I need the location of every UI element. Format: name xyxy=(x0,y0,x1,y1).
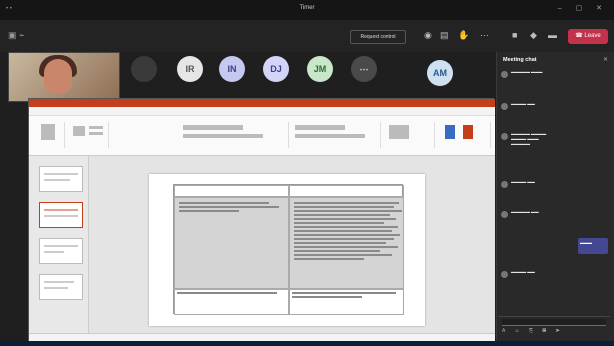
avatar xyxy=(501,103,508,110)
meeting-toolbar: ▣ ⌁ Request control ◉ ▤ ✋ ⋯ ■ ◆ ▬ ☎ Leav… xyxy=(0,20,614,52)
ppt-titlebar xyxy=(29,99,495,107)
chat-icon[interactable]: ▤ xyxy=(440,30,449,41)
table-header-cell[interactable] xyxy=(289,185,404,197)
avatar: IR xyxy=(177,56,203,82)
slide-thumbnail[interactable] xyxy=(39,202,83,228)
avatar xyxy=(501,211,508,218)
more-actions-icon[interactable]: ⋯ xyxy=(480,30,489,41)
paste-group[interactable] xyxy=(33,122,65,148)
table-cell[interactable] xyxy=(174,197,289,289)
chat-input[interactable] xyxy=(502,319,606,326)
own-chat-bubble: ▬▬▬ xyxy=(578,238,608,254)
current-slide[interactable] xyxy=(149,174,425,326)
table-header-cell[interactable] xyxy=(174,185,289,197)
avatar: AM xyxy=(427,60,453,86)
table-cell[interactable] xyxy=(289,197,404,289)
slide-canvas xyxy=(89,156,495,333)
chat-compose: A ☺ ⎘ ▦ ➤ xyxy=(498,316,610,336)
reactions-icon[interactable]: ✋ xyxy=(458,30,469,41)
avatar: IN xyxy=(219,56,245,82)
window-titlebar: • • Timer – ▢ ✕ xyxy=(0,0,614,20)
ppt-ribbon-tabs: File Home Insert Draw Design Transitions… xyxy=(29,107,495,122)
share-icon[interactable]: ▬ xyxy=(548,30,557,40)
slide-thumbnails xyxy=(29,156,89,333)
self-video-tile xyxy=(8,52,120,102)
video-icon[interactable]: ▣ ⌁ xyxy=(8,30,24,41)
font-group[interactable] xyxy=(179,122,289,148)
table-cell[interactable] xyxy=(174,289,289,315)
windows-taskbar xyxy=(0,341,614,346)
participant-overflow[interactable]: ⋯ xyxy=(338,56,392,96)
leave-label: Leave xyxy=(584,33,601,39)
avatar xyxy=(501,71,508,78)
slide-thumbnail[interactable] xyxy=(39,274,83,300)
chat-message-text: ▬▬▬▬▬ ▬▬▬ xyxy=(511,70,543,74)
slide-thumbnail[interactable] xyxy=(39,166,83,192)
leave-button[interactable]: ☎ Leave xyxy=(568,29,608,44)
window-title: Timer xyxy=(299,5,315,11)
slide-thumbnail[interactable] xyxy=(39,238,83,264)
avatar xyxy=(501,181,508,188)
chat-message-text: ▬▬▬▬ ▬▬ xyxy=(511,270,535,274)
avatar xyxy=(131,56,157,82)
compose-toolbar-icons[interactable]: A ☺ ⎘ ▦ ➤ xyxy=(502,328,564,334)
ppt-ribbon xyxy=(29,116,495,156)
camera-icon[interactable]: ■ xyxy=(512,30,517,40)
chat-message-text: ▬▬▬▬ ▬▬ xyxy=(511,180,535,184)
avatar: JM xyxy=(307,56,333,82)
mic-icon[interactable]: ◆ xyxy=(530,30,537,41)
avatar xyxy=(501,133,508,140)
participants-icon[interactable]: ◉ xyxy=(424,30,432,41)
video-person-face xyxy=(44,59,72,93)
ppt-statusbar xyxy=(29,333,495,341)
close-icon[interactable]: ✕ xyxy=(603,56,608,63)
participant-tile[interactable]: AM xyxy=(414,60,468,100)
avatar xyxy=(501,271,508,278)
paragraph-group[interactable] xyxy=(291,122,381,148)
slides-group[interactable] xyxy=(69,122,109,148)
avatar: DJ xyxy=(263,56,289,82)
chat-title: Meeting chat xyxy=(503,57,537,63)
chat-message-text: ▬▬▬▬ ▬▬ xyxy=(511,102,535,106)
window-controls[interactable]: – ▢ ✕ xyxy=(558,4,608,12)
meeting-chat-panel: Meeting chat ✕ ▬▬▬▬▬ ▬▬▬ ▬▬▬▬ ▬▬ ▬▬▬▬▬ ▬… xyxy=(496,52,614,341)
editing-group[interactable] xyxy=(439,122,491,148)
table-cell[interactable] xyxy=(289,289,404,315)
request-control-button[interactable]: Request control xyxy=(350,30,406,44)
chat-message-text: ▬▬▬▬▬ ▬▬ xyxy=(511,210,539,214)
chat-message-text: ▬▬▬▬▬ ▬▬▬▬ ▬▬▬▬ ▬▬▬ ▬▬▬▬▬ xyxy=(511,132,547,146)
slide-table[interactable] xyxy=(173,184,404,315)
drawing-group[interactable] xyxy=(385,122,435,148)
powerpoint-window: File Home Insert Draw Design Transitions… xyxy=(28,98,495,341)
overflow-icon: ⋯ xyxy=(351,56,377,82)
